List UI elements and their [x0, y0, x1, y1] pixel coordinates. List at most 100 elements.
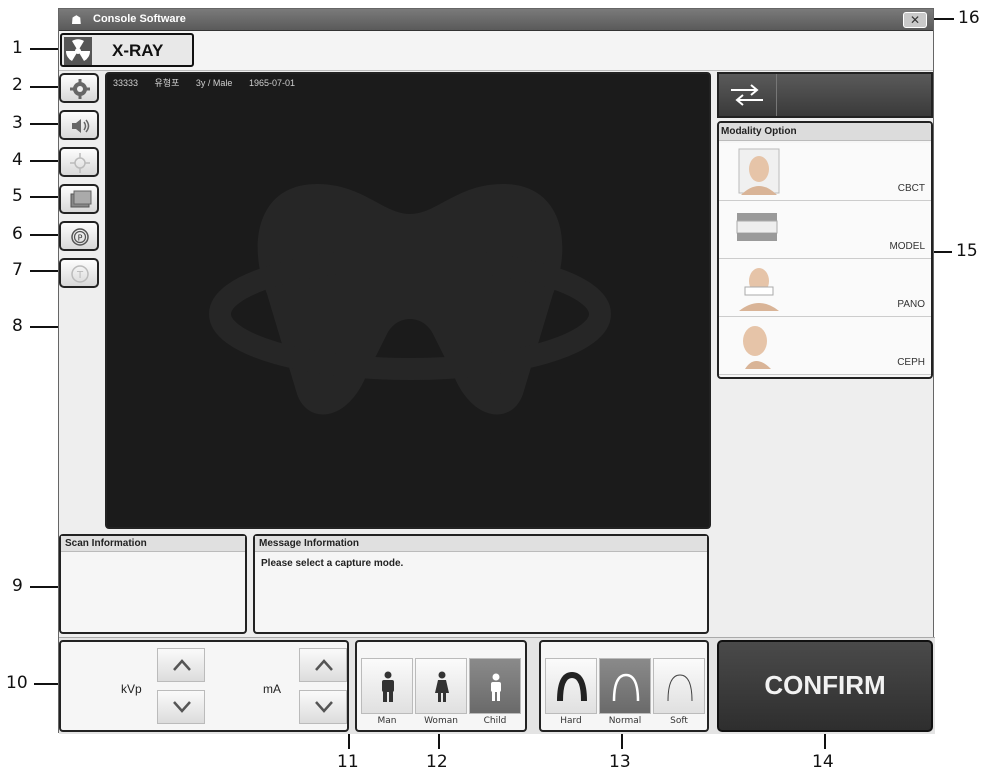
patient-type-man-label: Man — [377, 716, 397, 726]
mode-label: X-RAY — [112, 41, 164, 60]
modality-option-panel: Modality Option CBCT MODEL PANO CEPH — [717, 121, 933, 379]
chevron-up-icon — [315, 659, 333, 671]
callout-7: 7 — [12, 260, 23, 280]
laser-button[interactable] — [59, 147, 99, 177]
soft-arch-icon — [667, 674, 693, 702]
tooth-logo-watermark — [209, 184, 611, 415]
ceph-head-icon — [743, 326, 771, 369]
screen-button[interactable] — [59, 184, 99, 214]
speaker-icon — [72, 119, 90, 133]
pano-head-icon — [739, 268, 779, 311]
callout-line-11 — [348, 733, 350, 749]
sound-button[interactable] — [59, 110, 99, 140]
t-circle-icon: T — [71, 265, 89, 283]
callout-line-2 — [30, 86, 58, 88]
patient-type-man-button[interactable] — [361, 658, 413, 714]
density-box: Hard Normal Soft — [539, 640, 709, 732]
kvp-down-button[interactable] — [157, 690, 205, 724]
patient-type-woman-button[interactable] — [415, 658, 467, 714]
modality-option-title: Modality Option — [719, 123, 931, 141]
position-button[interactable]: P — [59, 221, 99, 251]
callout-line-9 — [30, 586, 58, 588]
kvp-up-button[interactable] — [157, 648, 205, 682]
patient-type-woman-label: Woman — [424, 716, 458, 726]
callout-line-5 — [30, 196, 58, 198]
chevron-up-icon — [173, 659, 191, 671]
callout-11: 11 — [337, 752, 359, 772]
callout-15: 15 — [956, 241, 978, 261]
callout-line-1 — [30, 48, 60, 50]
callout-line-16 — [932, 18, 954, 20]
image-viewer[interactable]: 33333 유형포 3y / Male 1965-07-01 — [105, 72, 711, 529]
callout-9: 9 — [12, 576, 23, 596]
callout-line-7 — [30, 270, 58, 272]
density-soft-label: Soft — [670, 716, 688, 726]
confirm-button[interactable]: CONFIRM — [717, 640, 933, 732]
swap-button[interactable] — [717, 72, 933, 118]
man-icon — [382, 671, 394, 702]
density-hard-button[interactable] — [545, 658, 597, 714]
dental-model-icon — [736, 213, 778, 241]
svg-text:P: P — [78, 234, 83, 243]
woman-icon — [435, 671, 449, 702]
callout-2: 2 — [12, 75, 23, 95]
svg-text:T: T — [76, 270, 84, 281]
scan-information-text — [61, 552, 245, 564]
laser-icon — [70, 153, 90, 173]
modality-label-ceph: CEPH — [897, 357, 925, 368]
callout-3: 3 — [12, 113, 23, 133]
modality-label-pano: PANO — [897, 299, 925, 310]
callout-6: 6 — [12, 224, 23, 244]
callout-line-6 — [30, 234, 58, 236]
modality-option-model[interactable]: MODEL — [719, 201, 931, 259]
console-window: ☗ Console Software ✕ X-RAY P T 33333 유형포… — [58, 8, 935, 734]
mode-badge[interactable]: X-RAY — [60, 33, 194, 67]
callout-10: 10 — [6, 673, 28, 693]
callout-13: 13 — [609, 752, 631, 772]
density-normal-label: Normal — [608, 716, 642, 726]
callout-line-3 — [30, 123, 58, 125]
callout-line-12 — [438, 733, 440, 749]
swap-arrows-icon — [731, 84, 763, 106]
chevron-down-icon — [173, 701, 191, 713]
callout-16: 16 — [958, 8, 980, 28]
callout-1: 1 — [12, 38, 23, 58]
gear-icon — [70, 79, 90, 99]
header-bar: X-RAY — [59, 31, 933, 71]
density-hard-label: Hard — [560, 716, 582, 726]
ma-down-button[interactable] — [299, 690, 347, 724]
callout-12: 12 — [426, 752, 448, 772]
settings-button[interactable] — [59, 73, 99, 103]
modality-label-cbct: CBCT — [897, 183, 925, 194]
title-bar: ☗ Console Software ✕ — [59, 9, 933, 31]
child-icon — [491, 673, 501, 701]
normal-arch-icon — [612, 673, 640, 702]
modality-option-ceph[interactable]: CEPH — [719, 317, 931, 375]
screen-icon — [70, 190, 92, 208]
swap-arrows-area — [719, 74, 777, 116]
modality-option-pano[interactable]: PANO — [719, 259, 931, 317]
message-information-panel: Message Information Please select a capt… — [253, 534, 709, 634]
density-normal-button[interactable] — [599, 658, 651, 714]
chevron-down-icon — [315, 701, 333, 713]
callout-line-4 — [30, 160, 58, 162]
callout-14: 14 — [812, 752, 834, 772]
exposure-settings-box: kVp mA — [59, 640, 349, 732]
ma-up-button[interactable] — [299, 648, 347, 682]
app-icon: ☗ — [71, 13, 82, 27]
modality-label-model: MODEL — [889, 241, 925, 252]
ma-label: mA — [263, 682, 281, 696]
patient-type-child-button[interactable] — [469, 658, 521, 714]
test-button[interactable]: T — [59, 258, 99, 288]
callout-line-13 — [621, 733, 623, 749]
callout-5: 5 — [12, 186, 23, 206]
window-title: Console Software — [93, 13, 186, 25]
modality-option-cbct[interactable]: CBCT — [719, 143, 931, 201]
callout-8: 8 — [12, 316, 23, 336]
density-soft-button[interactable] — [653, 658, 705, 714]
radiation-icon — [64, 37, 92, 65]
callout-4: 4 — [12, 150, 23, 170]
callout-line-14 — [824, 733, 826, 749]
scan-information-panel: Scan Information — [59, 534, 247, 634]
close-button[interactable]: ✕ — [903, 12, 927, 28]
